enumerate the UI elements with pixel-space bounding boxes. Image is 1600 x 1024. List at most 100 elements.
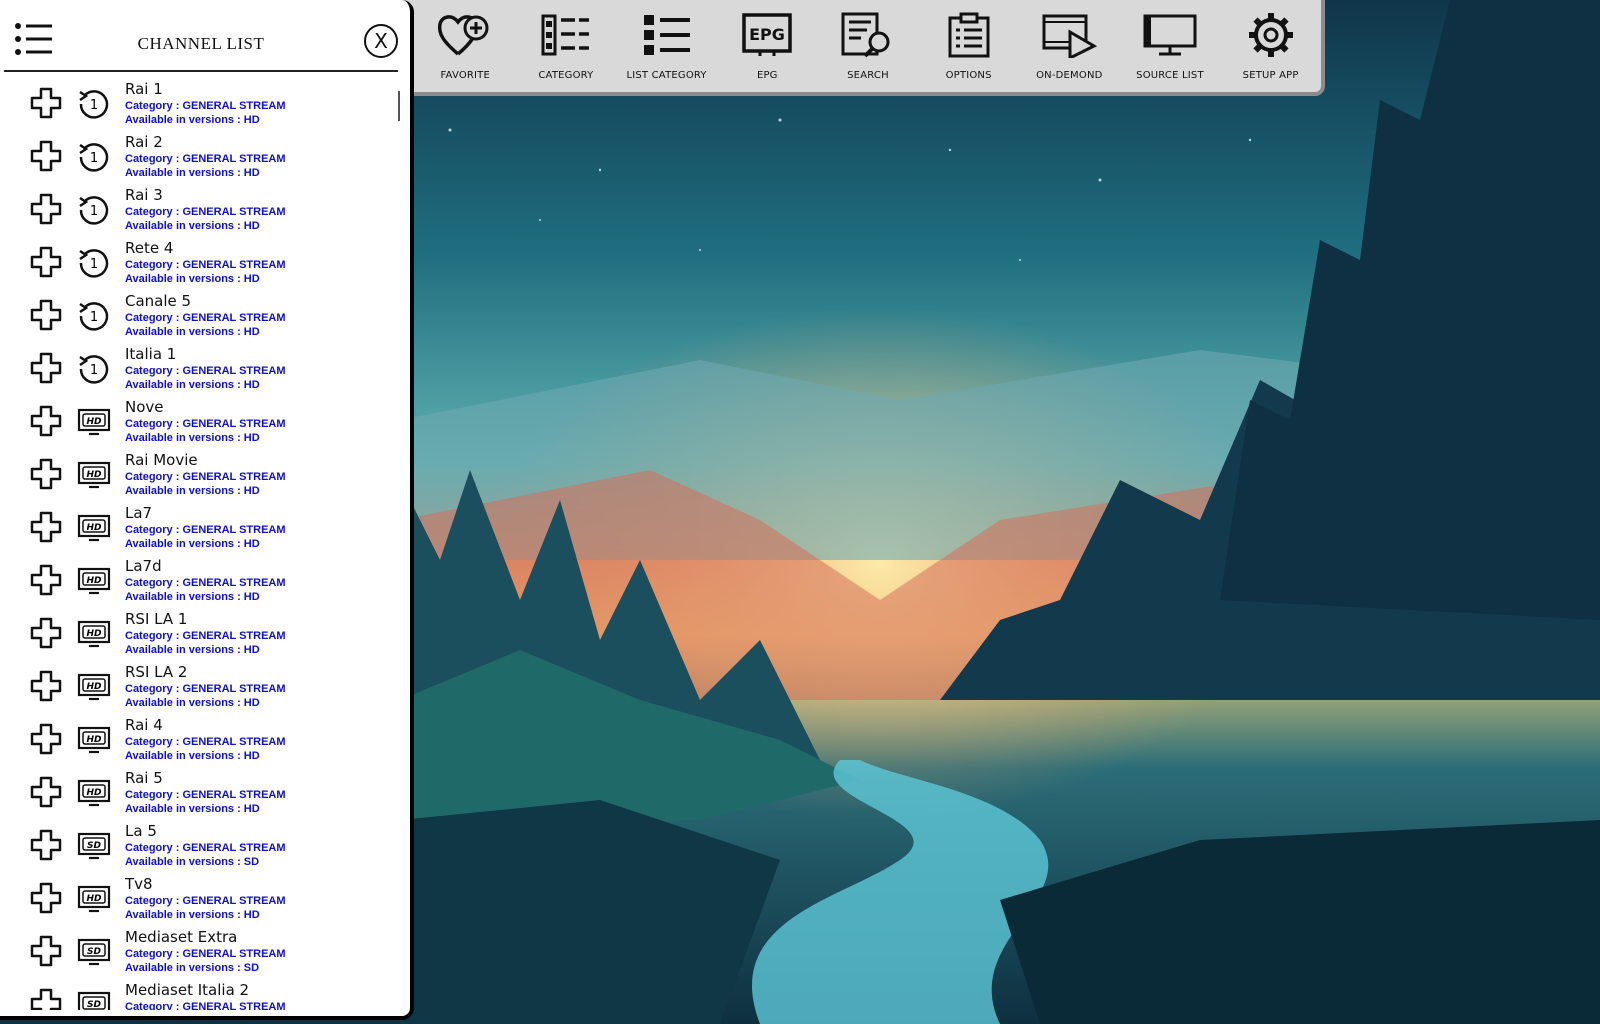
channel-row[interactable]: 1 Rai 2 Category : GENERAL STREAM Availa… bbox=[0, 133, 398, 186]
channel-row[interactable]: HD Tv8 Category : GENERAL STREAM Availab… bbox=[0, 875, 398, 928]
channel-name: Rai 4 bbox=[125, 716, 163, 734]
channel-versions: Available in versions : HD bbox=[125, 432, 260, 444]
list-category-button[interactable]: LIST CATEGORY bbox=[616, 0, 717, 92]
channel-category: Category : GENERAL STREAM bbox=[125, 630, 286, 642]
channel-versions: Available in versions : HD bbox=[125, 644, 260, 656]
source-list-button[interactable]: SOURCE LIST bbox=[1120, 0, 1221, 92]
channel-category: Category : GENERAL STREAM bbox=[125, 259, 286, 271]
options-button[interactable]: OPTIONS bbox=[918, 0, 1019, 92]
replay-badge-text: 1 bbox=[90, 363, 98, 378]
clipboard-icon bbox=[948, 12, 990, 58]
channel-row[interactable]: 1 Italia 1 Category : GENERAL STREAM Ava… bbox=[0, 345, 398, 398]
channel-row[interactable]: HD Nove Category : GENERAL STREAM Availa… bbox=[0, 398, 398, 451]
epg-icon-text: EPG bbox=[749, 25, 785, 44]
channel-category: Category : GENERAL STREAM bbox=[125, 312, 286, 324]
channel-row[interactable]: HD Rai 4 Category : GENERAL STREAM Avail… bbox=[0, 716, 398, 769]
add-favorite-icon[interactable] bbox=[30, 988, 62, 1010]
channel-row[interactable]: HD RSI LA 2 Category : GENERAL STREAM Av… bbox=[0, 663, 398, 716]
version-badge-text: SD bbox=[87, 841, 101, 851]
channel-row[interactable]: 1 Rai 3 Category : GENERAL STREAM Availa… bbox=[0, 186, 398, 239]
add-favorite-icon[interactable] bbox=[30, 352, 62, 384]
channel-versions: Available in versions : HD bbox=[125, 697, 260, 709]
add-favorite-icon[interactable] bbox=[30, 564, 62, 596]
channel-category: Category : GENERAL STREAM bbox=[125, 683, 286, 695]
sd-tv-icon: SD bbox=[77, 991, 111, 1010]
add-favorite-icon[interactable] bbox=[30, 935, 62, 967]
channel-category: Category : GENERAL STREAM bbox=[125, 100, 286, 112]
channel-row[interactable]: SD La 5 Category : GENERAL STREAM Availa… bbox=[0, 822, 398, 875]
channel-name: Rai 2 bbox=[125, 133, 163, 151]
add-favorite-icon[interactable] bbox=[30, 511, 62, 543]
channel-list: 1 Rai 1 Category : GENERAL STREAM Availa… bbox=[0, 80, 398, 1010]
add-favorite-icon[interactable] bbox=[30, 193, 62, 225]
channel-row[interactable]: HD La7 Category : GENERAL STREAM Availab… bbox=[0, 504, 398, 557]
add-favorite-icon[interactable] bbox=[30, 776, 62, 808]
replay-1-icon: 1 bbox=[79, 355, 109, 384]
channel-versions: Available in versions : HD bbox=[125, 538, 260, 550]
hd-tv-icon: HD bbox=[77, 461, 111, 489]
channel-category: Category : GENERAL STREAM bbox=[125, 948, 286, 960]
version-badge-text: HD bbox=[86, 682, 102, 692]
on-demand-button[interactable]: ON-DEMOND bbox=[1019, 0, 1120, 92]
channel-row[interactable]: HD Rai Movie Category : GENERAL STREAM A… bbox=[0, 451, 398, 504]
channel-name: RSI LA 2 bbox=[125, 663, 188, 681]
search-button[interactable]: SEARCH bbox=[818, 0, 919, 92]
channel-row[interactable]: SD Mediaset Italia 2 Category : GENERAL … bbox=[0, 981, 398, 1010]
list-scrollbar[interactable] bbox=[398, 91, 400, 121]
channel-name: Rete 4 bbox=[125, 239, 174, 257]
add-favorite-icon[interactable] bbox=[30, 87, 62, 119]
epg-button[interactable]: EPG EPG bbox=[717, 0, 818, 92]
channel-category: Category : GENERAL STREAM bbox=[125, 789, 286, 801]
channel-row[interactable]: SD Mediaset Extra Category : GENERAL STR… bbox=[0, 928, 398, 981]
version-badge-text: HD bbox=[86, 788, 102, 798]
monitor-icon bbox=[1143, 14, 1197, 56]
close-button[interactable]: X bbox=[364, 24, 398, 58]
add-favorite-icon[interactable] bbox=[30, 458, 62, 490]
channel-versions: Available in versions : HD bbox=[125, 750, 260, 762]
add-favorite-icon[interactable] bbox=[30, 670, 62, 702]
channel-versions: Available in versions : HD bbox=[125, 591, 260, 603]
top-toolbar: FAVORITE CATEGORY LIST CATEGORY EPG EPG bbox=[395, 0, 1325, 96]
add-favorite-icon[interactable] bbox=[30, 299, 62, 331]
channel-row[interactable]: 1 Canale 5 Category : GENERAL STREAM Ava… bbox=[0, 292, 398, 345]
channel-name: La7 bbox=[125, 504, 153, 522]
hd-tv-icon: HD bbox=[77, 673, 111, 701]
channel-row[interactable]: HD Rai 5 Category : GENERAL STREAM Avail… bbox=[0, 769, 398, 822]
channel-versions: Available in versions : HD bbox=[125, 485, 260, 497]
add-favorite-icon[interactable] bbox=[30, 829, 62, 861]
channel-category: Category : GENERAL STREAM bbox=[125, 471, 286, 483]
add-favorite-icon[interactable] bbox=[30, 882, 62, 914]
add-favorite-icon[interactable] bbox=[30, 617, 62, 649]
hd-tv-icon: HD bbox=[77, 514, 111, 542]
add-favorite-icon[interactable] bbox=[30, 140, 62, 172]
favorite-button[interactable]: FAVORITE bbox=[415, 0, 516, 92]
source-list-label: SOURCE LIST bbox=[1136, 70, 1204, 81]
version-badge-text: HD bbox=[86, 470, 102, 480]
favorite-label: FAVORITE bbox=[440, 70, 491, 81]
channel-row[interactable]: 1 Rete 4 Category : GENERAL STREAM Avail… bbox=[0, 239, 398, 292]
setup-app-button[interactable]: SETUP APP bbox=[1220, 0, 1321, 92]
channel-name: Mediaset Italia 2 bbox=[125, 981, 250, 999]
channel-list-panel: CHANNEL LIST X 1 Rai 1 Category : GENERA… bbox=[0, 0, 414, 1020]
add-favorite-icon[interactable] bbox=[30, 405, 62, 437]
channel-versions: Available in versions : HD bbox=[125, 114, 260, 126]
channel-name: La 5 bbox=[125, 822, 157, 840]
version-badge-text: SD bbox=[87, 1000, 101, 1010]
replay-badge-text: 1 bbox=[90, 98, 98, 113]
channel-category: Category : GENERAL STREAM bbox=[125, 418, 286, 430]
channel-row[interactable]: HD La7d Category : GENERAL STREAM Availa… bbox=[0, 557, 398, 610]
heart-plus-icon bbox=[438, 15, 489, 56]
hd-tv-icon: HD bbox=[77, 408, 111, 436]
add-favorite-icon[interactable] bbox=[30, 723, 62, 755]
add-favorite-icon[interactable] bbox=[30, 246, 62, 278]
channel-row[interactable]: HD RSI LA 1 Category : GENERAL STREAM Av… bbox=[0, 610, 398, 663]
category-icon bbox=[541, 14, 589, 56]
channel-row[interactable]: 1 Rai 1 Category : GENERAL STREAM Availa… bbox=[0, 80, 398, 133]
channel-versions: Available in versions : HD bbox=[125, 326, 260, 338]
channel-category: Category : GENERAL STREAM bbox=[125, 153, 286, 165]
replay-1-icon: 1 bbox=[79, 90, 109, 119]
panel-title: CHANNEL LIST bbox=[137, 34, 265, 53]
channel-category: Category : GENERAL STREAM bbox=[125, 842, 286, 854]
category-button[interactable]: CATEGORY bbox=[516, 0, 617, 92]
channel-versions: Available in versions : HD bbox=[125, 167, 260, 179]
